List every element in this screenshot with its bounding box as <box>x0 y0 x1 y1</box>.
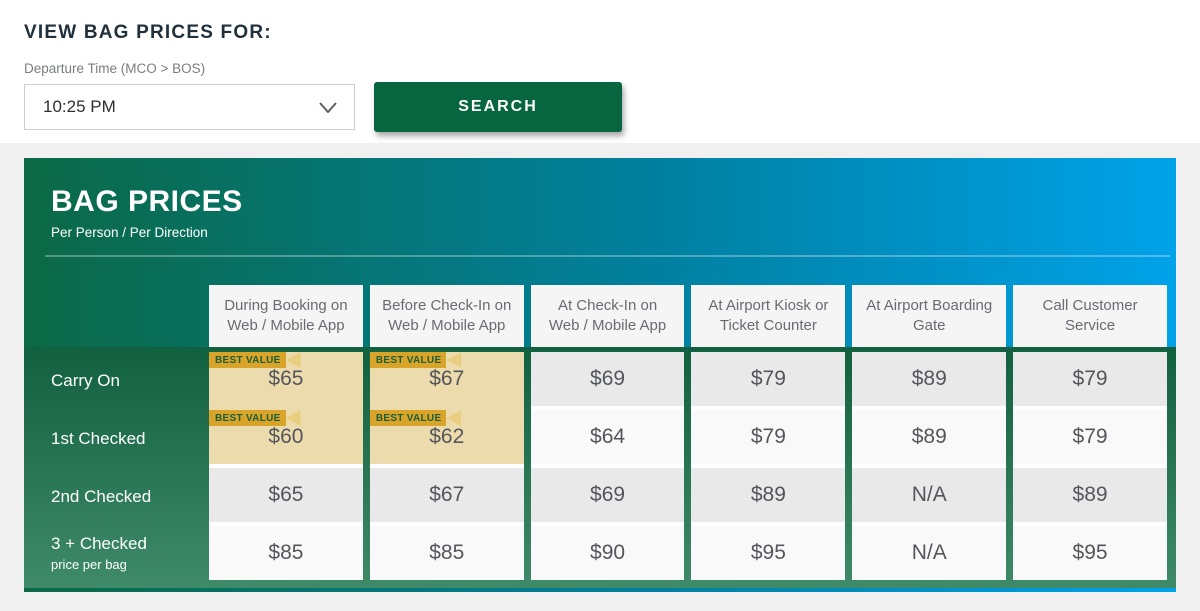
best-value-badge-text: BEST VALUE <box>209 352 286 368</box>
price-cell: $69 <box>530 468 685 526</box>
column-header: At Airport Kiosk or Ticket Counter <box>691 285 846 347</box>
price-value: N/A <box>911 541 947 564</box>
header-spacer-cell <box>24 285 202 347</box>
bag-prices-panel: BAG PRICES Per Person / Per Direction Du… <box>24 158 1176 592</box>
row-label: Carry On <box>24 352 202 410</box>
row-label-text: 2nd Checked <box>51 487 152 506</box>
ribbon-notch-icon <box>285 352 301 368</box>
price-value: $69 <box>590 483 626 506</box>
price-value: $67 <box>429 367 465 390</box>
price-cell: N/A <box>852 468 1007 526</box>
search-button[interactable]: SEARCH <box>374 82 622 132</box>
price-cell: $85 <box>369 526 524 580</box>
price-value: $64 <box>590 425 626 448</box>
price-value: $65 <box>268 483 304 506</box>
price-cell: $79 <box>1013 352 1167 410</box>
ribbon-notch-icon <box>446 352 462 368</box>
column-header: During Booking on Web / Mobile App <box>209 285 363 347</box>
row-label: 1st Checked <box>24 410 202 468</box>
price-cell: $95 <box>1013 526 1167 580</box>
row-sublabel-text: price per bag <box>51 557 127 572</box>
best-value-badge: BEST VALUE <box>209 410 301 426</box>
price-cell: BEST VALUE $62 <box>369 410 524 468</box>
price-value: $67 <box>429 483 465 506</box>
search-section: VIEW BAG PRICES FOR: Departure Time (MCO… <box>0 0 1200 143</box>
price-cell: $89 <box>691 468 846 526</box>
selected-time-value: 10:25 PM <box>43 97 116 116</box>
row-label-text: 3 + Checked <box>51 534 147 553</box>
price-value: $85 <box>268 541 304 564</box>
row-label-text: Carry On <box>51 371 120 390</box>
price-cell: $79 <box>691 352 846 410</box>
price-value: N/A <box>911 483 947 506</box>
price-cell: $79 <box>691 410 846 468</box>
panel-title: BAG PRICES <box>51 185 243 218</box>
controls-row: 10:25 PM SEARCH <box>24 82 1176 132</box>
best-value-badge: BEST VALUE <box>369 352 462 368</box>
column-header: Call Customer Service <box>1013 285 1167 347</box>
page-heading: VIEW BAG PRICES FOR: <box>24 22 272 43</box>
price-value: $79 <box>750 367 786 390</box>
price-value: $90 <box>590 541 626 564</box>
best-value-badge: BEST VALUE <box>209 352 301 368</box>
price-cell: $85 <box>209 526 363 580</box>
ribbon-notch-icon <box>446 410 462 426</box>
price-cell: $95 <box>691 526 846 580</box>
chevron-down-icon <box>319 101 337 113</box>
price-value: $89 <box>1072 483 1108 506</box>
best-value-badge-text: BEST VALUE <box>369 352 447 368</box>
best-value-badge: BEST VALUE <box>369 410 462 426</box>
price-value: $79 <box>1072 367 1108 390</box>
price-cell: BEST VALUE $67 <box>369 352 524 410</box>
price-cell: $89 <box>1013 468 1167 526</box>
price-value: $89 <box>750 483 786 506</box>
price-table-header: During Booking on Web / Mobile App Before… <box>24 285 1176 347</box>
price-value: $79 <box>750 425 786 448</box>
row-label: 2nd Checked <box>24 468 202 526</box>
best-value-badge-text: BEST VALUE <box>209 410 286 426</box>
price-cell: BEST VALUE $65 <box>209 352 363 410</box>
price-value: $60 <box>268 425 304 448</box>
price-value: $89 <box>911 425 947 448</box>
panel-subtitle: Per Person / Per Direction <box>51 225 208 240</box>
price-table-body: Carry On BEST VALUE $65 BEST VALUE $67 $69 $79… <box>24 347 1176 588</box>
price-cell: $89 <box>852 352 1007 410</box>
price-cell: BEST VALUE $60 <box>209 410 363 468</box>
price-cell: $90 <box>530 526 685 580</box>
price-value: $65 <box>268 367 304 390</box>
price-cell: $64 <box>530 410 685 468</box>
price-cell: $89 <box>852 410 1007 468</box>
column-header: Before Check-In on Web / Mobile App <box>369 285 524 347</box>
price-value: $69 <box>590 367 626 390</box>
ribbon-notch-icon <box>285 410 301 426</box>
best-value-badge-text: BEST VALUE <box>369 410 447 426</box>
row-label: 3 + Checked price per bag <box>24 526 202 580</box>
departure-time-label: Departure Time (MCO > BOS) <box>24 61 206 76</box>
column-header: At Airport Boarding Gate <box>852 285 1007 347</box>
price-value: $79 <box>1072 425 1108 448</box>
price-cell: $65 <box>209 468 363 526</box>
row-label-text: 1st Checked <box>51 429 146 448</box>
column-header: At Check-In on Web / Mobile App <box>530 285 685 347</box>
price-value: $62 <box>429 425 465 448</box>
price-cell: $69 <box>530 352 685 410</box>
departure-time-select[interactable]: 10:25 PM <box>24 84 355 130</box>
price-value: $89 <box>911 367 947 390</box>
price-value: $95 <box>1072 541 1108 564</box>
price-cell: $79 <box>1013 410 1167 468</box>
price-cell: N/A <box>852 526 1007 580</box>
price-value: $95 <box>750 541 786 564</box>
price-cell: $67 <box>369 468 524 526</box>
price-value: $85 <box>429 541 465 564</box>
divider <box>45 255 1170 257</box>
